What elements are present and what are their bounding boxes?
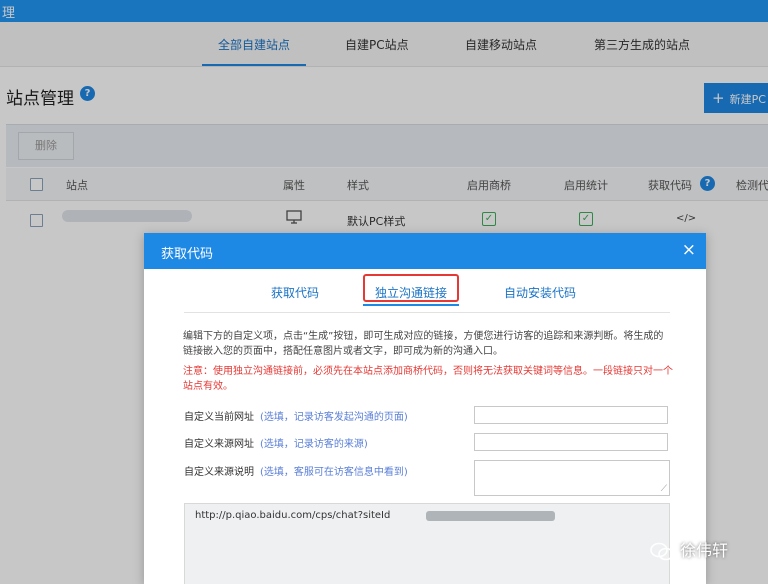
source-description-textarea[interactable]: ⟋ [474, 460, 670, 496]
field-hint: (选填，记录访客的来源) [260, 439, 368, 450]
field-source-url-label: 自定义来源网址 (选填，记录访客的来源) [184, 435, 368, 450]
generated-link-box[interactable]: http://p.qiao.baidu.com/cps/chat?siteId [184, 503, 670, 584]
field-current-url-label: 自定义当前网址 (选填，记录访客发起沟通的页面) [184, 408, 408, 423]
field-source-desc-label: 自定义来源说明 (选填，客服可在访客信息中看到) [184, 463, 408, 478]
tabs-divider [184, 312, 670, 313]
source-url-input[interactable] [474, 433, 668, 451]
dialog-header: 获取代码 × [144, 233, 706, 269]
wechat-logo-icon [650, 542, 674, 560]
field-hint: (选填，记录访客发起沟通的页面) [260, 412, 408, 423]
wechat-watermark: 徐伟轩 [650, 537, 728, 563]
field-label-text: 自定义来源网址 [184, 439, 254, 450]
get-code-dialog: 获取代码 × 获取代码 独立沟通链接 自动安装代码 编辑下方的自定义项，点击“生… [144, 233, 706, 584]
tab-get-code[interactable]: 获取代码 [271, 284, 319, 301]
field-label-text: 自定义来源说明 [184, 467, 254, 478]
notice-text: 注意：使用独立沟通链接前，必须先在本站点添加商桥代码，否则将无法获取关键词等信息… [183, 366, 673, 392]
instructions-text: 编辑下方的自定义项，点击“生成”按钮，即可生成对应的链接，方便您进行访客的追踪和… [183, 331, 664, 357]
resize-handle-icon[interactable]: ⟋ [661, 484, 667, 494]
active-tab-underline [363, 304, 459, 306]
watermark-text: 徐伟轩 [680, 541, 729, 560]
site-id-redacted [426, 511, 555, 521]
field-hint: (选填，客服可在访客信息中看到) [260, 467, 408, 478]
close-icon[interactable]: × [682, 240, 696, 260]
tab-standalone-chat-link[interactable]: 独立沟通链接 [375, 284, 447, 301]
dialog-title: 获取代码 [161, 247, 214, 262]
field-label-text: 自定义当前网址 [184, 412, 254, 423]
tab-auto-install-code[interactable]: 自动安装代码 [504, 284, 576, 301]
current-url-input[interactable] [474, 406, 668, 424]
generated-link-text: http://p.qiao.baidu.com/cps/chat?siteId [195, 510, 391, 521]
